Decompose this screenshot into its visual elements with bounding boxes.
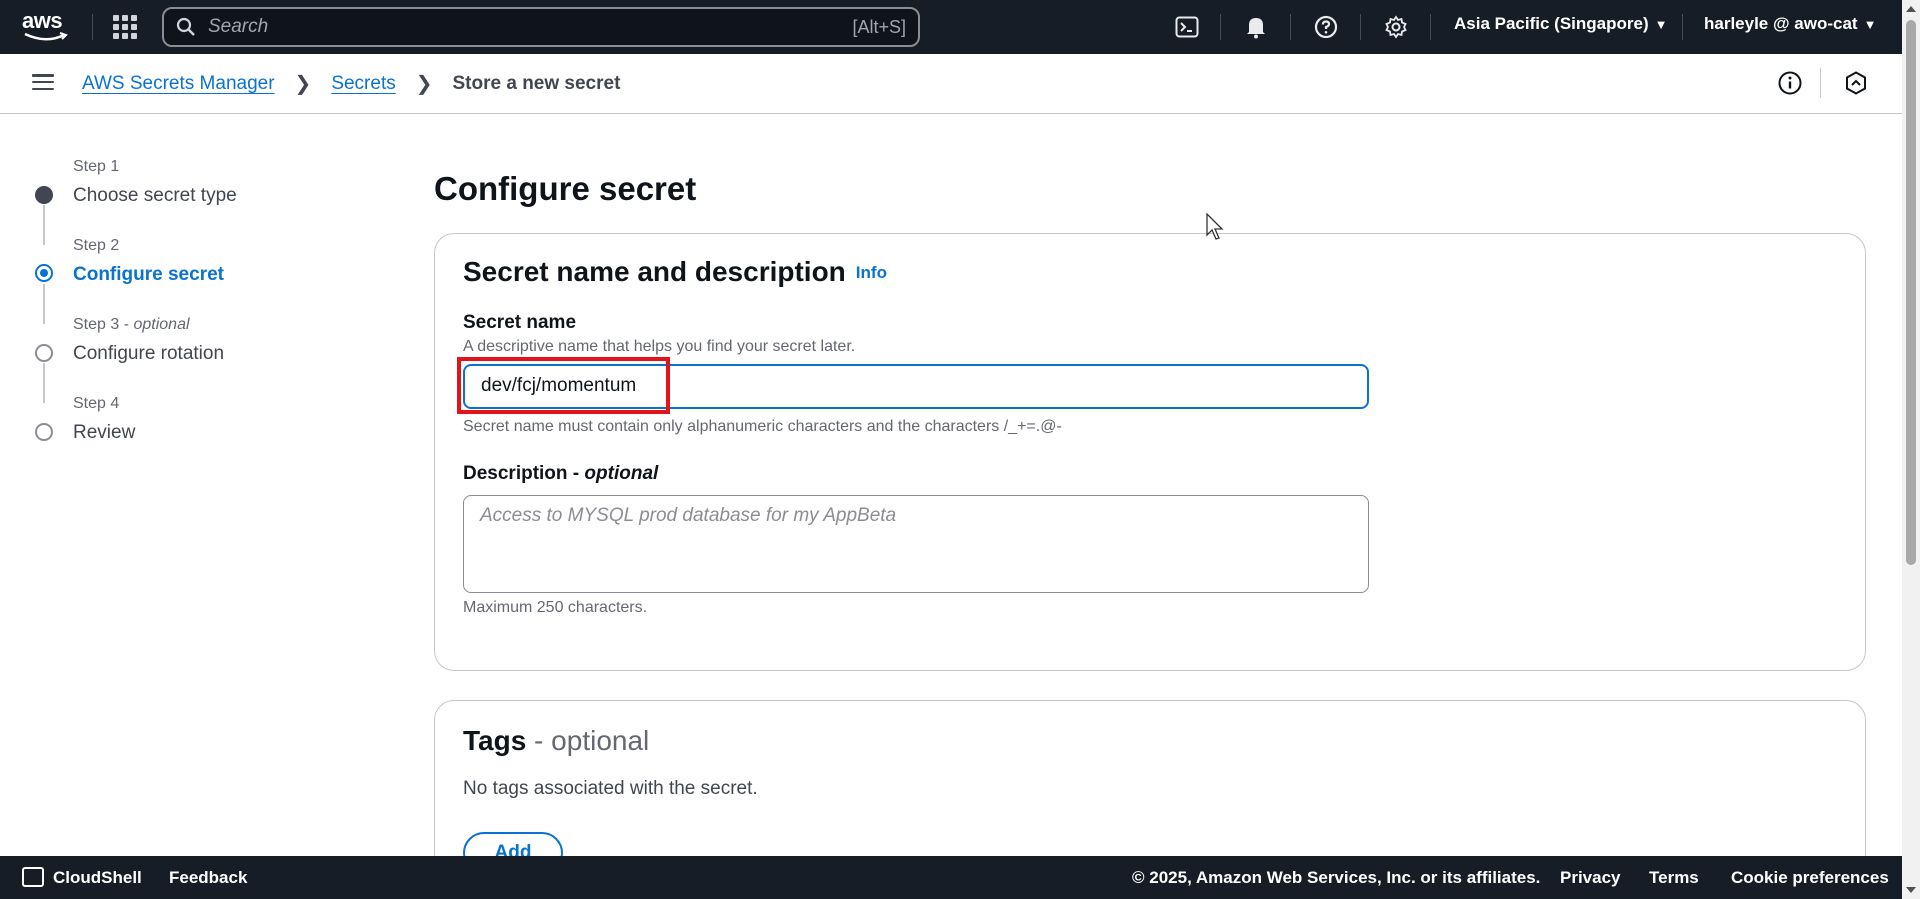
caret-down-icon: ▼ (1863, 17, 1877, 32)
aws-logo[interactable]: aws (22, 10, 70, 42)
console-footer: CloudShell Feedback © 2025, Amazon Web S… (0, 856, 1902, 899)
info-link[interactable]: Info (856, 263, 887, 282)
description-constraint: Maximum 250 characters. (463, 599, 648, 616)
caret-down-icon: ▼ (1654, 17, 1668, 32)
account-menu[interactable]: harleyle @ awo-cat ▼ (1704, 14, 1876, 34)
step-label: Step 1 (73, 158, 120, 175)
chevron-right-icon: ❯ (294, 73, 312, 95)
search-input[interactable]: Search [Alt+S] (162, 7, 920, 47)
step-name: Configure secret (73, 264, 224, 285)
divider (1360, 14, 1361, 40)
terms-link[interactable]: Terms (1649, 868, 1699, 888)
divider (92, 14, 93, 40)
copyright-text: © 2025, Amazon Web Services, Inc. or its… (1132, 868, 1541, 887)
breadcrumb: AWS Secrets Manager ❯ Secrets ❯ Store a … (82, 71, 620, 96)
menu-icon[interactable] (32, 72, 54, 92)
secret-name-description: A descriptive name that helps you find y… (463, 338, 856, 355)
region-selector[interactable]: Asia Pacific (Singapore) ▼ (1454, 14, 1668, 34)
privacy-link[interactable]: Privacy (1560, 868, 1621, 888)
page-scrollbar[interactable] (1902, 0, 1920, 899)
search-icon (176, 17, 195, 36)
breadcrumb-current: Store a new secret (452, 72, 621, 94)
tags-heading: Tags - optional (463, 725, 650, 756)
step-pending-dot-icon (35, 423, 53, 441)
step-name[interactable]: Choose secret type (73, 185, 237, 207)
breadcrumb-secrets[interactable]: Secrets (331, 73, 395, 95)
cloudshell-icon[interactable] (1173, 13, 1201, 41)
step-completed-dot-icon (35, 186, 53, 204)
cloudshell-link[interactable]: CloudShell (53, 868, 142, 888)
feedback-link[interactable]: Feedback (169, 868, 247, 888)
secret-name-constraint: Secret name must contain only alphanumer… (463, 418, 1062, 435)
notifications-bell-icon[interactable] (1242, 13, 1270, 41)
account-label: harleyle @ awo-cat (1704, 14, 1858, 33)
scrollbar-thumb[interactable] (1906, 20, 1916, 565)
step-name: Review (73, 422, 136, 443)
top-navigation: aws Search [Alt+S] Asia Pacific (Singapo… (0, 0, 1902, 54)
step-pending-dot-icon (35, 344, 53, 362)
divider (1290, 14, 1291, 40)
aws-smile-icon (24, 32, 68, 41)
step-connector (43, 205, 45, 245)
step-label: Step 4 (73, 395, 120, 412)
breadcrumb-secrets-manager[interactable]: AWS Secrets Manager (82, 73, 275, 95)
secret-name-label: Secret name (463, 312, 577, 333)
step-name: Configure rotation (73, 343, 225, 364)
chevron-right-icon: ❯ (415, 73, 433, 95)
step-label: Step 3 - optional (73, 316, 190, 333)
settings-hexagon-icon[interactable] (1843, 70, 1869, 96)
divider (1820, 68, 1821, 98)
divider (1430, 14, 1431, 40)
step-connector (43, 284, 45, 324)
region-label: Asia Pacific (Singapore) (1454, 14, 1649, 33)
divider (1220, 14, 1221, 40)
scroll-up-arrow-icon[interactable] (1906, 6, 1916, 12)
info-icon[interactable] (1777, 70, 1803, 96)
search-shortcut: [Alt+S] (852, 16, 906, 37)
divider (1682, 14, 1683, 40)
description-label: Description - optional (463, 463, 659, 484)
help-icon[interactable] (1312, 13, 1340, 41)
panel-heading: Secret name and description Info (463, 256, 887, 287)
step-label: Step 2 (73, 237, 120, 254)
page-title: Configure secret (434, 170, 697, 207)
tags-empty-text: No tags associated with the secret. (463, 778, 758, 799)
services-menu-icon[interactable] (113, 15, 137, 39)
annotation-highlight-box (457, 357, 670, 414)
step-active-dot-icon (35, 264, 53, 282)
cloudshell-icon (22, 867, 44, 887)
breadcrumb-bar: AWS Secrets Manager ❯ Secrets ❯ Store a … (0, 54, 1902, 114)
secret-name-panel: Secret name and description Info Secret n… (434, 233, 1866, 671)
description-textarea[interactable]: Access to MYSQL prod database for my App… (463, 495, 1369, 593)
search-placeholder: Search (208, 16, 269, 37)
settings-gear-icon[interactable] (1382, 13, 1410, 41)
cookie-preferences-link[interactable]: Cookie preferences (1731, 868, 1889, 888)
mouse-cursor-icon (1206, 213, 1224, 240)
scroll-down-arrow-icon[interactable] (1906, 887, 1916, 893)
step-connector (43, 363, 45, 403)
